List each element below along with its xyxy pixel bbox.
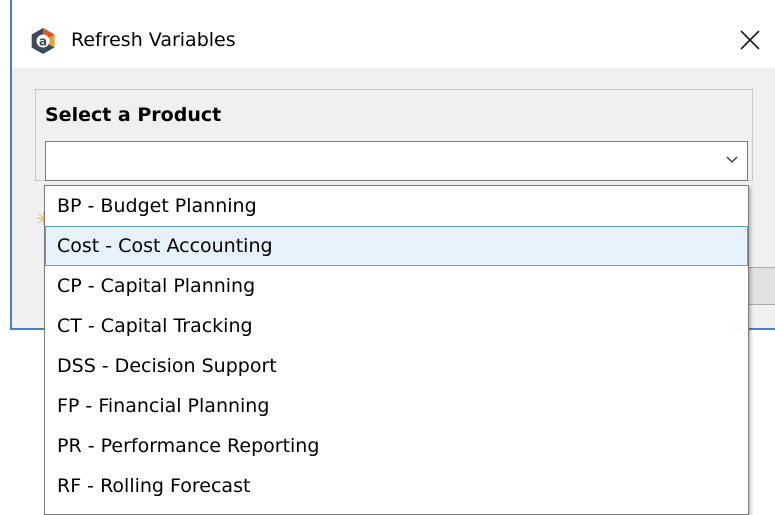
- select-product-label: Select a Product: [45, 104, 222, 126]
- dropdown-option-fp[interactable]: FP - Financial Planning: [45, 386, 748, 426]
- app-logo-a-icon: a: [29, 27, 57, 55]
- dropdown-option-rf[interactable]: RF - Rolling Forecast: [45, 466, 748, 506]
- svg-text:a: a: [39, 35, 47, 49]
- dropdown-option-cp[interactable]: CP - Capital Planning: [45, 266, 748, 306]
- window-title: Refresh Variables: [71, 29, 236, 51]
- dropdown-option-cost[interactable]: Cost - Cost Accounting: [45, 226, 748, 266]
- chevron-down-icon: [726, 156, 738, 164]
- product-dropdown-list: BP - Budget Planning Cost - Cost Account…: [44, 185, 749, 515]
- title-bar: a Refresh Variables: [12, 0, 775, 68]
- product-combobox[interactable]: [45, 141, 748, 181]
- dropdown-option-dss[interactable]: DSS - Decision Support: [45, 346, 748, 386]
- dialog-button-partial[interactable]: [746, 267, 775, 305]
- close-button[interactable]: [726, 18, 774, 62]
- close-icon: [740, 30, 760, 50]
- dropdown-option-pr[interactable]: PR - Performance Reporting: [45, 426, 748, 466]
- product-groupbox: Select a Product: [35, 89, 753, 181]
- dropdown-option-bp[interactable]: BP - Budget Planning: [45, 186, 748, 226]
- dropdown-option-ct[interactable]: CT - Capital Tracking: [45, 306, 748, 346]
